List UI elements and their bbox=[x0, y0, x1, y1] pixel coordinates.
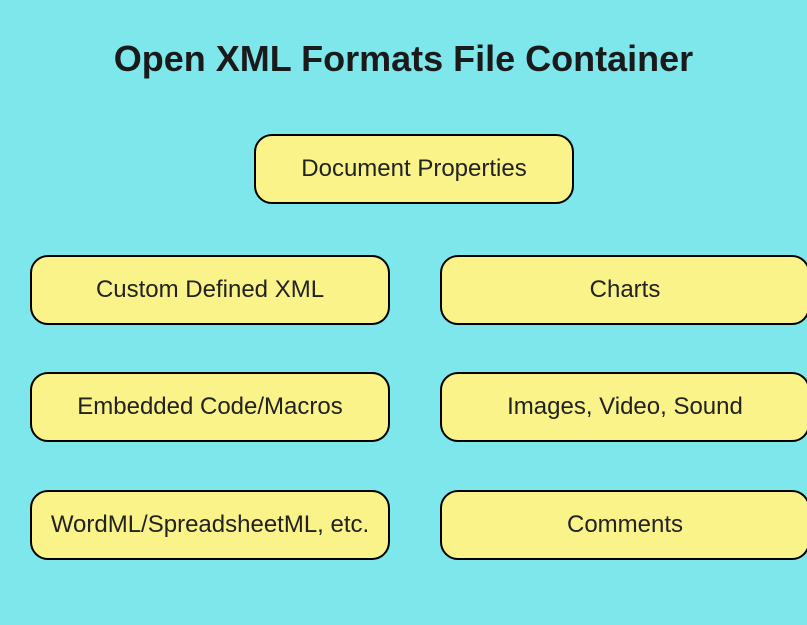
box-label: Document Properties bbox=[301, 155, 526, 183]
box-comments: Comments bbox=[440, 490, 807, 560]
diagram-title: Open XML Formats File Container bbox=[0, 38, 807, 80]
box-wordml-spreadsheetml: WordML/SpreadsheetML, etc. bbox=[30, 490, 390, 560]
box-custom-defined-xml: Custom Defined XML bbox=[30, 255, 390, 325]
box-charts: Charts bbox=[440, 255, 807, 325]
box-images-video-sound: Images, Video, Sound bbox=[440, 372, 807, 442]
box-label: Embedded Code/Macros bbox=[77, 393, 342, 421]
box-label: WordML/SpreadsheetML, etc. bbox=[51, 511, 369, 539]
box-label: Custom Defined XML bbox=[96, 276, 324, 304]
box-label: Comments bbox=[567, 511, 683, 539]
box-document-properties: Document Properties bbox=[254, 134, 574, 204]
box-label: Charts bbox=[590, 276, 661, 304]
box-embedded-code-macros: Embedded Code/Macros bbox=[30, 372, 390, 442]
box-label: Images, Video, Sound bbox=[507, 393, 743, 421]
